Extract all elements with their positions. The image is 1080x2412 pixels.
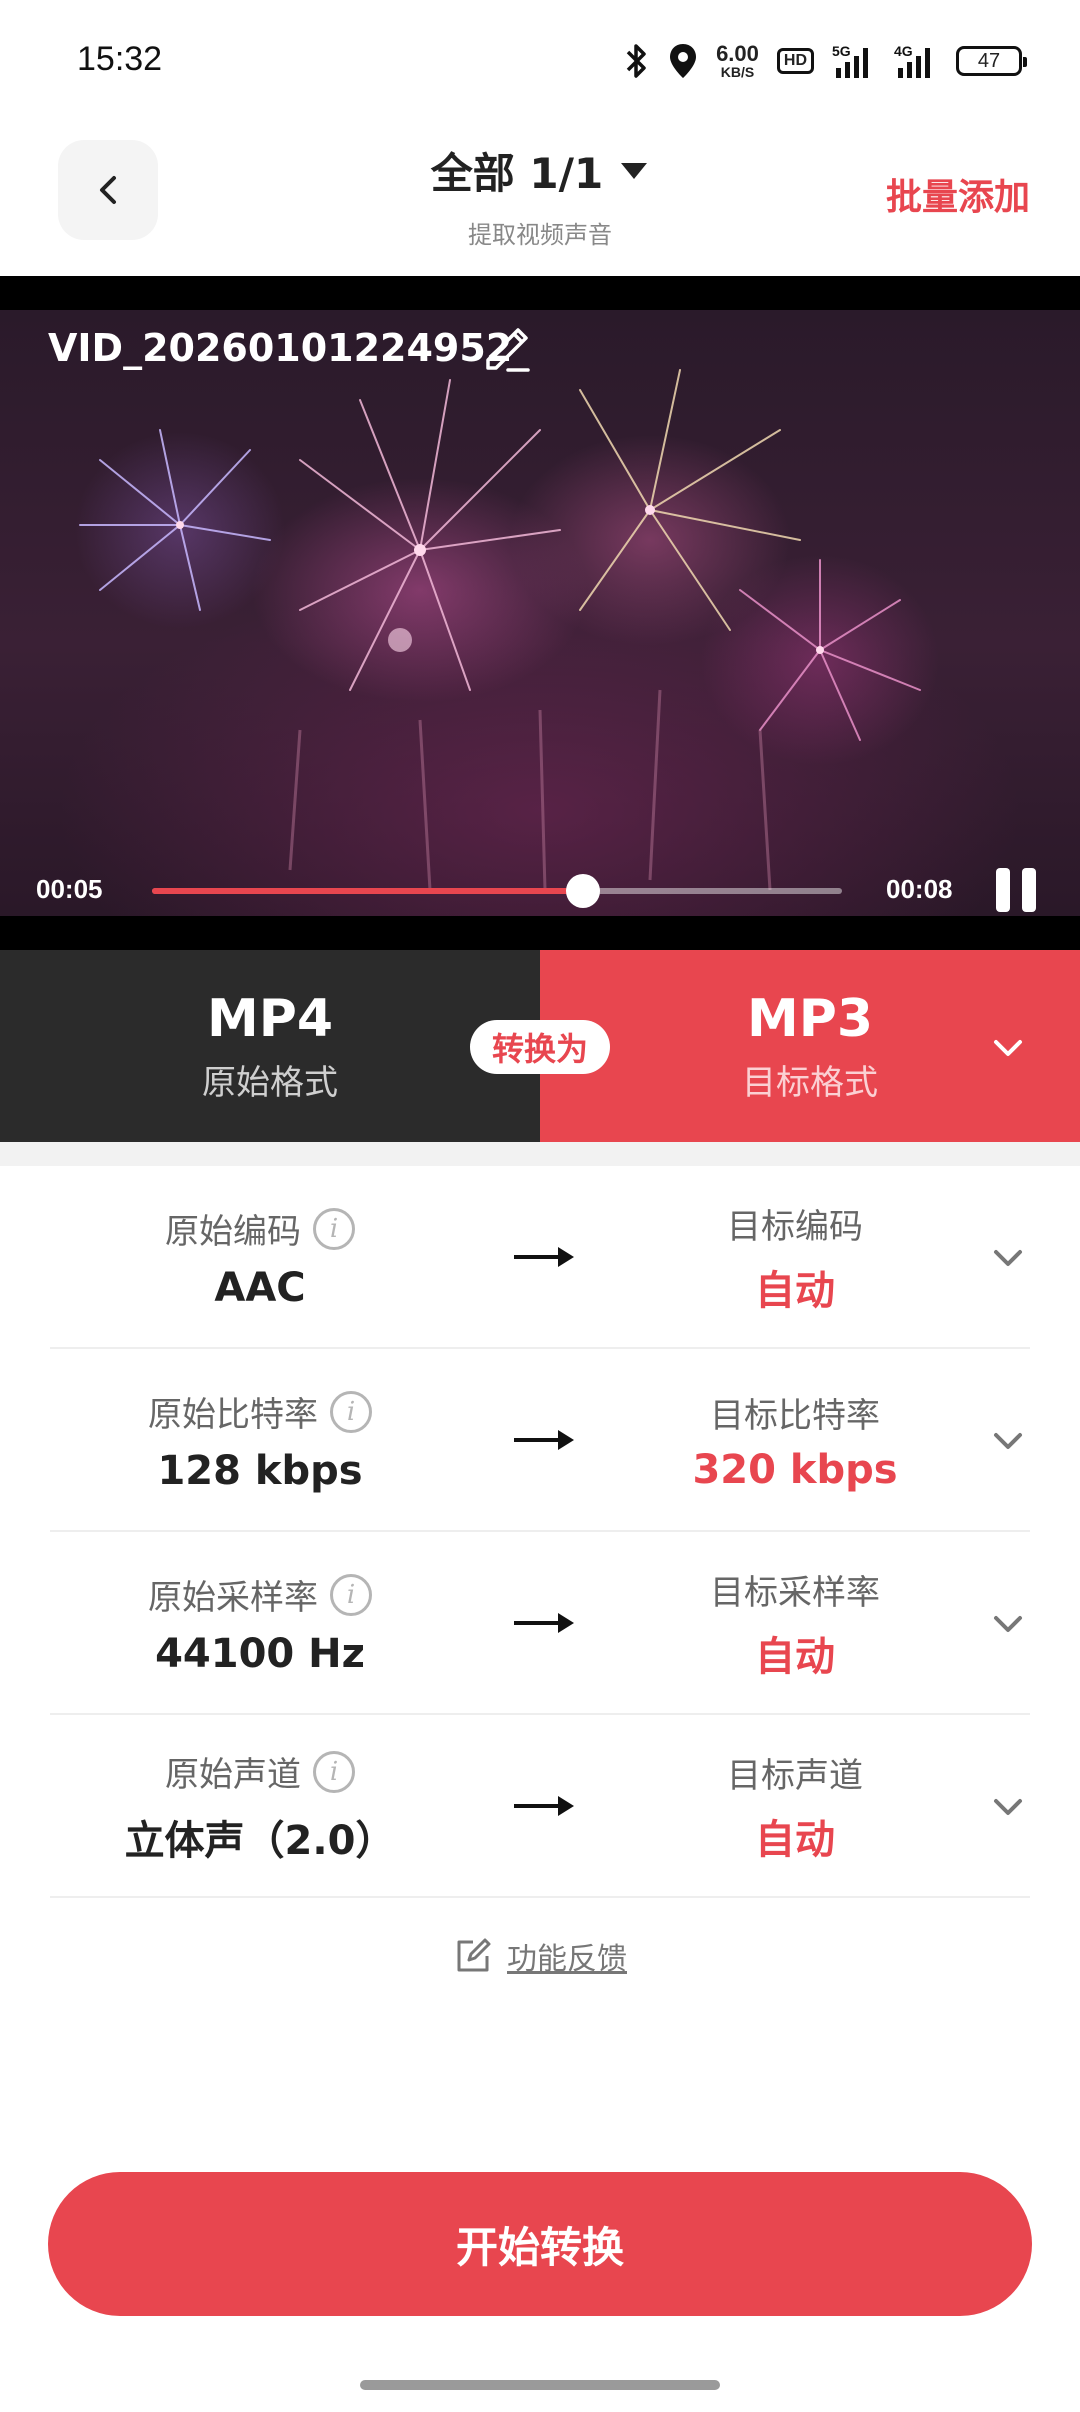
- right-arrow-icon: [514, 1796, 574, 1816]
- feedback-label[interactable]: 功能反馈: [507, 1934, 627, 1978]
- video-frame[interactable]: [0, 310, 1080, 916]
- source-bitrate-value: 128 kbps: [157, 1448, 363, 1494]
- bluetooth-icon: [624, 42, 650, 80]
- right-arrow-icon: [514, 1430, 574, 1450]
- page-title: 全部 1/1: [430, 149, 604, 198]
- signal-4g-icon: 4G: [894, 42, 938, 80]
- right-arrow-icon: [514, 1247, 574, 1267]
- progress-thumb[interactable]: [566, 874, 601, 908]
- source-format: MP4 原始格式: [0, 950, 540, 1142]
- net-speed-value: 6.00: [716, 41, 759, 66]
- source-codec-label: 原始编码: [165, 1212, 301, 1252]
- video-filename: VID_20260101224952: [48, 326, 513, 370]
- target-format-name: MP3: [746, 988, 874, 1049]
- source-samplerate: 原始采样率 i 44100 Hz: [50, 1532, 470, 1715]
- info-icon[interactable]: i: [330, 1390, 372, 1433]
- right-arrow-icon: [514, 1613, 574, 1633]
- feedback-link[interactable]: 功能反馈: [0, 1934, 1080, 1978]
- source-samplerate-value: 44100 Hz: [155, 1631, 365, 1677]
- param-row-codec[interactable]: 原始编码 i AAC 目标编码 自动: [50, 1166, 1030, 1349]
- chevron-down-icon: [994, 1040, 1022, 1056]
- source-bitrate: 原始比特率 i 128 kbps: [50, 1349, 470, 1532]
- info-icon[interactable]: i: [313, 1750, 355, 1793]
- source-codec: 原始编码 i AAC: [50, 1166, 470, 1349]
- target-bitrate-label: 目标比特率: [710, 1396, 880, 1436]
- hd-icon: HD: [776, 48, 814, 74]
- target-channels-value: 自动: [755, 1817, 835, 1863]
- source-channels-value: 立体声（2.0）: [124, 1818, 396, 1864]
- title-dropdown[interactable]: 全部 1/1: [431, 140, 649, 201]
- info-icon[interactable]: i: [313, 1207, 355, 1250]
- current-time: 00:05: [36, 874, 103, 904]
- source-samplerate-label: 原始采样率: [148, 1578, 318, 1618]
- page-subtitle: 提取视频声音: [468, 221, 612, 249]
- start-convert-button[interactable]: 开始转换: [48, 2172, 1032, 2316]
- battery-level: 47: [977, 49, 1001, 72]
- progress-bar[interactable]: [152, 874, 842, 908]
- target-channels-label: 目标声道: [727, 1756, 863, 1796]
- param-row-channels[interactable]: 原始声道 i 立体声（2.0） 目标声道 自动: [50, 1715, 1030, 1898]
- pause-icon[interactable]: [996, 868, 1044, 912]
- location-icon: [668, 42, 698, 80]
- target-codec-value: 自动: [755, 1268, 835, 1314]
- target-format-label: 目标格式: [742, 1062, 878, 1103]
- chevron-down-icon[interactable]: [988, 1787, 1028, 1827]
- source-channels: 原始声道 i 立体声（2.0）: [50, 1715, 470, 1898]
- info-icon[interactable]: i: [330, 1573, 372, 1616]
- source-format-name: MP4: [206, 988, 334, 1049]
- source-format-label: 原始格式: [202, 1062, 338, 1103]
- divider: [0, 1142, 1080, 1166]
- dropdown-triangle-icon: [621, 162, 648, 179]
- source-channels-label: 原始声道: [165, 1755, 301, 1795]
- status-icons: 6.00 KB/S HD 5G 4G 47: [624, 38, 1027, 84]
- battery-icon: 47: [956, 46, 1027, 76]
- chevron-down-icon[interactable]: [988, 1238, 1028, 1278]
- chevron-down-icon[interactable]: [988, 1604, 1028, 1644]
- target-channels[interactable]: 目标声道 自动: [630, 1715, 960, 1898]
- format-panel: MP4 原始格式 MP3 目标格式 转换为: [0, 950, 1080, 1142]
- edit-note-icon: [457, 1938, 491, 1972]
- progress-fill: [152, 888, 584, 894]
- status-time: 15:32: [77, 40, 163, 78]
- target-bitrate[interactable]: 目标比特率 320 kbps: [630, 1349, 960, 1532]
- convert-to-badge: 转换为: [470, 1020, 610, 1074]
- batch-add-button[interactable]: 批量添加: [886, 168, 1030, 220]
- net-speed-indicator: 6.00 KB/S: [716, 41, 759, 80]
- param-row-bitrate[interactable]: 原始比特率 i 128 kbps 目标比特率 320 kbps: [50, 1349, 1030, 1532]
- target-bitrate-value: 320 kbps: [692, 1447, 898, 1493]
- video-player[interactable]: VID_20260101224952 00:05 00:08: [0, 276, 1080, 950]
- fireworks-image: [79, 369, 921, 891]
- target-format-selector[interactable]: MP3 目标格式: [540, 950, 1080, 1142]
- signal-4g-label: 4G: [894, 43, 913, 59]
- status-bar: 15:32 6.00 KB/S HD 5G 4G 47: [0, 0, 1080, 120]
- signal-5g-icon: 5G: [832, 42, 876, 80]
- header: 全部 1/1 提取视频声音 批量添加: [0, 120, 1080, 276]
- target-samplerate-value: 自动: [755, 1634, 835, 1680]
- edit-pencil-icon[interactable]: [478, 320, 534, 376]
- chevron-down-icon[interactable]: [988, 1421, 1028, 1461]
- signal-5g-label: 5G: [832, 43, 851, 59]
- source-bitrate-label: 原始比特率: [148, 1395, 318, 1435]
- param-row-samplerate[interactable]: 原始采样率 i 44100 Hz 目标采样率 自动: [50, 1532, 1030, 1715]
- target-codec-label: 目标编码: [727, 1207, 863, 1247]
- source-codec-value: AAC: [214, 1265, 306, 1311]
- net-speed-unit: KB/S: [720, 64, 755, 80]
- target-codec[interactable]: 目标编码 自动: [630, 1166, 960, 1349]
- total-time: 00:08: [886, 874, 953, 904]
- target-samplerate-label: 目标采样率: [710, 1573, 880, 1613]
- target-samplerate[interactable]: 目标采样率 自动: [630, 1532, 960, 1715]
- home-indicator[interactable]: [360, 2380, 720, 2390]
